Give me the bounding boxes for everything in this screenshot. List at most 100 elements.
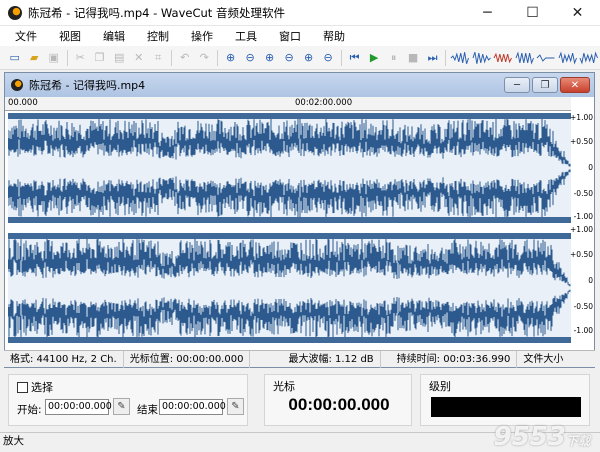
amplitude-scale: +1.00 +0.50 0 -0.50 -1.00 +1.00 +0.50 0 … (570, 113, 594, 343)
stop-icon[interactable]: ■ (403, 49, 423, 67)
doc-close-button[interactable]: ✕ (560, 77, 590, 93)
end-time-field[interactable]: 00:00:00.000 (159, 399, 226, 415)
zoom-full-icon[interactable]: ⊖ (279, 49, 299, 67)
scale-label: +1.00 (570, 225, 593, 234)
save-icon[interactable]: ▣ (44, 49, 64, 67)
selection-label: 选择 (31, 381, 53, 394)
scale-label: +1.00 (570, 113, 593, 122)
maximize-button[interactable]: ☐ (510, 0, 555, 26)
invert-icon[interactable] (579, 50, 599, 65)
channel-separator (8, 223, 571, 233)
document-statusbar: 格式: 44100 Hz, 2 Ch. 光标位置: 00:00:00.000 最… (4, 350, 595, 368)
scale-label: +0.50 (570, 137, 593, 146)
scale-label: -1.00 (573, 212, 593, 221)
menu-operation[interactable]: 操作 (180, 28, 224, 44)
zoom-selection-icon[interactable]: ⊕ (260, 49, 280, 67)
watermark-main: 9553 (493, 422, 566, 452)
pin-end-icon[interactable]: ✎ (227, 398, 244, 415)
pause-icon[interactable]: ⏸ (384, 49, 404, 67)
play-icon[interactable]: ▶ (364, 49, 384, 67)
close-button[interactable]: ✕ (555, 0, 600, 26)
menu-file[interactable]: 文件 (4, 28, 48, 44)
cursor-time-display: 00:00:00.000 (288, 395, 390, 414)
menu-tools[interactable]: 工具 (224, 28, 268, 44)
toolbar-separator (216, 49, 218, 66)
silence-icon[interactable] (536, 51, 556, 65)
undo-icon[interactable]: ↶ (175, 49, 195, 67)
channel-top-band (8, 233, 571, 239)
cut-icon[interactable]: ✂ (70, 49, 90, 67)
copy-icon[interactable]: ❐ (90, 49, 110, 67)
scale-label: -0.50 (573, 302, 593, 311)
watermark: 9553下载 (494, 422, 590, 452)
window-controls: ─ ☐ ✕ (465, 0, 600, 26)
toolbar-separator (170, 49, 172, 66)
cursor-group: 光标 00:00:00.000 (264, 374, 412, 426)
watermark-sub: 下载 (565, 434, 590, 448)
scale-label: 0 (588, 163, 593, 172)
ruler-mid-label: 00:02:00.000 (295, 98, 353, 108)
document-window: 陈冠希 - 记得我吗.mp4 ─ ❐ ✕ 00.000 00:02:00.000… (4, 72, 595, 368)
minimize-button[interactable]: ─ (465, 0, 510, 26)
ruler-start-label: 00.000 (8, 98, 38, 108)
scale-label: +0.50 (570, 250, 593, 259)
go-start-icon[interactable]: ⏮ (345, 49, 365, 67)
level-meter (431, 397, 581, 417)
zoom-out-icon[interactable]: ⊖ (240, 49, 260, 67)
scale-label: -1.00 (573, 326, 593, 335)
fade-out-icon[interactable] (472, 51, 492, 65)
level-group-title: 级别 (429, 380, 451, 393)
checkbox-box[interactable] (17, 381, 28, 393)
fade-in-icon[interactable] (450, 51, 470, 65)
peak-status: 最大波幅: 1.12 dB (250, 350, 381, 368)
zoom-in-icon[interactable]: ⊕ (221, 49, 241, 67)
menu-help[interactable]: 帮助 (312, 28, 356, 44)
cursor-group-title: 光标 (273, 380, 295, 393)
start-time-field[interactable]: 00:00:00.000 (45, 399, 112, 415)
document-icon (11, 79, 23, 91)
menu-view[interactable]: 视图 (48, 28, 92, 44)
doc-restore-button[interactable]: ❐ (532, 77, 558, 93)
menu-edit[interactable]: 编辑 (92, 28, 136, 44)
selection-checkbox[interactable]: 选择 (17, 379, 53, 395)
open-folder-icon[interactable]: ▰ (25, 49, 45, 67)
scale-label: 0 (588, 276, 593, 285)
channel-top-band (8, 113, 571, 119)
filesize-status: 文件大小 (523, 353, 564, 365)
zoom-vertical-in-icon[interactable]: ⊕ (299, 49, 319, 67)
new-file-icon[interactable]: ▭ (5, 49, 25, 67)
toolbar-separator (340, 49, 342, 66)
doc-minimize-button[interactable]: ─ (504, 77, 530, 93)
window-title: 陈冠希 - 记得我吗.mp4 - WaveCut 音频处理软件 (28, 5, 285, 20)
menu-bar: 文件 视图 编辑 控制 操作 工具 窗口 帮助 (0, 26, 600, 46)
app-icon (8, 5, 22, 20)
crop-icon[interactable]: ⌗ (148, 49, 168, 67)
start-label: 开始: (17, 404, 42, 416)
toolbar-separator (445, 49, 447, 66)
waveform-display[interactable] (8, 113, 571, 343)
toolbar: ▭ ▰ ▣ ✂ ❐ ▤ ✕ ⌗ ↶ ↷ ⊕ ⊖ ⊕ ⊖ ⊕ ⊖ ⏮ ▶ ⏸ ■ … (0, 46, 600, 70)
channel-bottom-band (8, 337, 571, 343)
paste-icon[interactable]: ▤ (109, 49, 129, 67)
menu-window[interactable]: 窗口 (268, 28, 312, 44)
document-title: 陈冠希 - 记得我吗.mp4 (29, 79, 146, 92)
redo-icon[interactable]: ↷ (194, 49, 214, 67)
document-titlebar: 陈冠希 - 记得我吗.mp4 ─ ❐ ✕ (5, 73, 594, 97)
delete-icon[interactable]: ✕ (129, 49, 149, 67)
window-titlebar: 陈冠希 - 记得我吗.mp4 - WaveCut 音频处理软件 ─ ☐ ✕ (0, 0, 600, 26)
pin-start-icon[interactable]: ✎ (113, 398, 130, 415)
time-ruler[interactable]: 00.000 00:02:00.000 (5, 97, 571, 111)
menu-control[interactable]: 控制 (136, 28, 180, 44)
format-status: 格式: 44100 Hz, 2 Ch. (4, 350, 124, 368)
reverse-icon[interactable] (558, 50, 578, 65)
duration-status: 持续时间: 00:03:36.990 (381, 350, 518, 368)
amplify-icon[interactable] (515, 50, 535, 65)
go-end-icon[interactable]: ⏭ (423, 49, 443, 67)
cursor-position-status: 光标位置: 00:00:00.000 (124, 350, 251, 368)
level-group: 级别 (420, 374, 590, 426)
selection-group: 选择 开始: 00:00:00.000 ✎ 结束: 00:00:00.000 ✎ (8, 374, 248, 426)
normalize-icon[interactable] (493, 51, 513, 65)
end-label: 结束: (137, 404, 162, 416)
channel-bottom-band (8, 217, 571, 223)
zoom-vertical-out-icon[interactable]: ⊖ (318, 49, 338, 67)
